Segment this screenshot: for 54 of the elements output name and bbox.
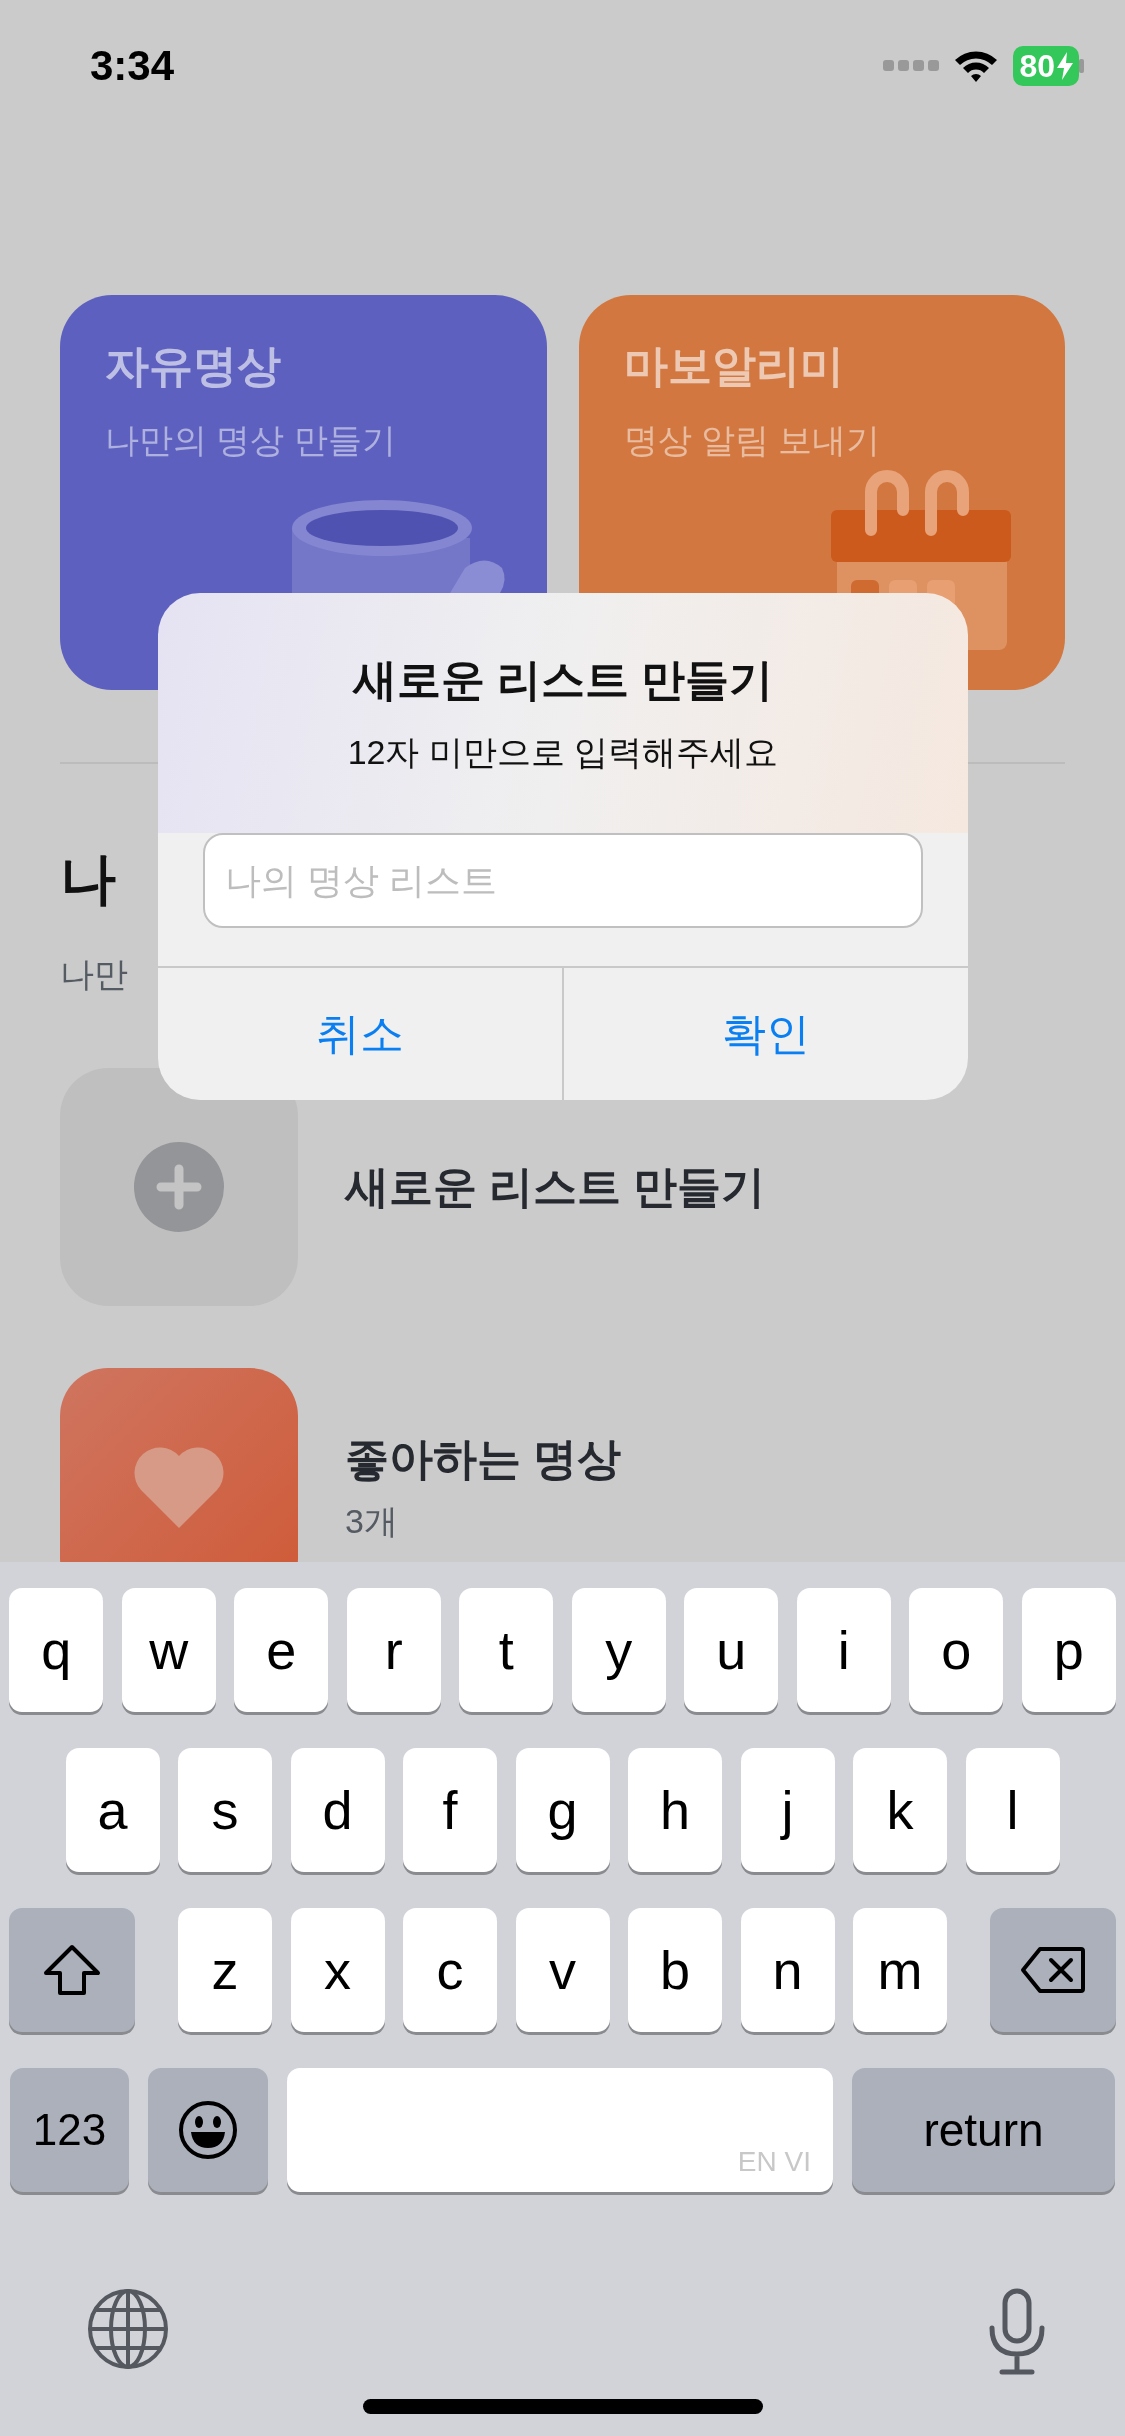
letter-key[interactable]: w <box>121 1588 216 1712</box>
letter-key[interactable]: g <box>515 1748 610 1872</box>
card-subtitle: 나만의 명상 만들기 <box>105 420 397 461</box>
playlist-tile[interactable] <box>60 1368 298 1562</box>
letter-key[interactable]: c <box>403 1908 497 2032</box>
shift-key[interactable] <box>9 1908 135 2032</box>
letter-key[interactable]: u <box>684 1588 779 1712</box>
list-title[interactable]: 좋아하는 명상 <box>345 1429 622 1489</box>
emoji-key[interactable] <box>148 2068 268 2192</box>
card-title: 자유명상 <box>105 340 282 392</box>
list-title[interactable]: 새로운 리스트 만들기 <box>345 1157 766 1217</box>
letter-key[interactable]: d <box>290 1748 385 1872</box>
shift-icon <box>43 1944 101 1996</box>
letter-key[interactable]: q <box>9 1588 104 1712</box>
letter-key[interactable]: h <box>628 1748 722 1872</box>
letter-key[interactable]: i <box>796 1588 891 1712</box>
delete-icon <box>1020 1946 1086 1994</box>
dialog-message: 12자 미만으로 입력해주세요 <box>346 732 780 773</box>
numbers-key[interactable]: 123 <box>10 2068 129 2192</box>
letter-key[interactable]: y <box>571 1588 666 1712</box>
heart-icon <box>133 1446 225 1528</box>
return-key[interactable]: return <box>852 2068 1115 2192</box>
section-subtitle: 나만 <box>60 954 128 995</box>
wifi-icon <box>953 48 1000 84</box>
letter-key[interactable]: t <box>459 1588 554 1712</box>
letter-key[interactable]: j <box>740 1748 835 1872</box>
letter-key[interactable]: f <box>403 1748 497 1872</box>
letter-key[interactable]: m <box>853 1908 947 2032</box>
letter-key[interactable]: a <box>65 1748 160 1872</box>
card-subtitle: 명상 알림 보내기 <box>623 420 882 461</box>
clock-time: 3:34 <box>90 42 175 90</box>
letter-key[interactable]: e <box>234 1588 329 1712</box>
signal-dots-icon <box>883 60 940 72</box>
plus-icon <box>134 1142 224 1232</box>
letter-key[interactable]: b <box>628 1908 722 2032</box>
delete-key[interactable] <box>990 1908 1116 2032</box>
letter-key[interactable]: s <box>178 1748 272 1872</box>
name-field[interactable]: 나의 명상 리스트 <box>203 833 923 928</box>
letter-key[interactable]: z <box>178 1908 272 2032</box>
add-tile[interactable] <box>60 1068 298 1306</box>
emoji-icon <box>178 2100 238 2160</box>
section-title: 나 <box>60 846 116 912</box>
letter-key[interactable]: p <box>1021 1588 1116 1712</box>
letter-key[interactable]: k <box>853 1748 947 1872</box>
letter-key[interactable]: o <box>909 1588 1004 1712</box>
letter-key[interactable]: r <box>346 1588 441 1712</box>
letter-key[interactable]: v <box>515 1908 610 2032</box>
list-count: 3개 <box>345 1500 399 1542</box>
letter-key[interactable]: n <box>740 1908 835 2032</box>
microphone-icon[interactable] <box>988 2288 1046 2376</box>
letter-key[interactable]: x <box>290 1908 385 2032</box>
globe-icon[interactable] <box>87 2288 169 2370</box>
card-title: 마보알리미 <box>623 340 845 392</box>
letter-key[interactable]: l <box>965 1748 1060 1872</box>
